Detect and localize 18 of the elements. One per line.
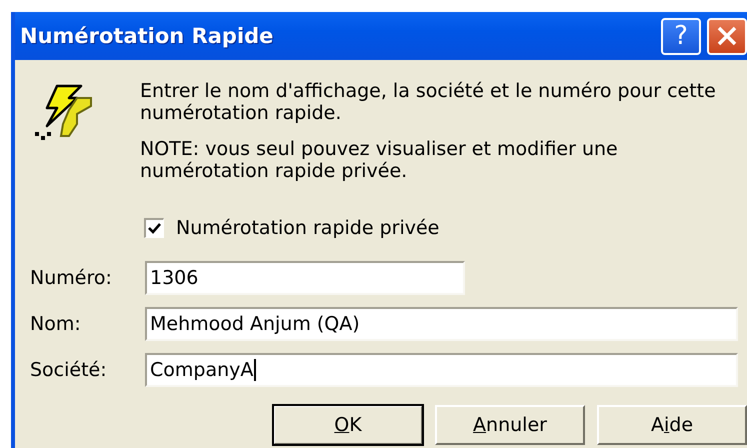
intro-text: Entrer le nom d'affichage, la société et le numéro pour cette numérotation rapide. [140,80,717,124]
input-field[interactable]: Mehmood Anjum (QA) [145,307,738,341]
field-label: Nom: [29,313,82,335]
dialog-button[interactable]: Aide [597,405,747,445]
input-field[interactable]: 1306 [145,261,465,295]
close-button[interactable] [707,18,747,54]
note-text: NOTE: vous seul pouvez visualiser et modifier une numérotation rapide privée. [140,138,619,182]
private-checkbox[interactable] [144,218,164,238]
help-button[interactable]: ? [661,18,701,54]
close-icon [716,25,738,47]
field-label: Société: [29,359,108,381]
dialog-button[interactable]: Annuler [435,405,585,445]
check-icon [148,223,161,234]
window-title: Numérotation Rapide [20,24,274,48]
dialog-button[interactable]: OK [273,405,423,445]
field-label: Numéro: [29,267,113,289]
input-field[interactable]: CompanyA [145,353,738,387]
checkbox-label: Numérotation rapide privée [176,217,440,239]
